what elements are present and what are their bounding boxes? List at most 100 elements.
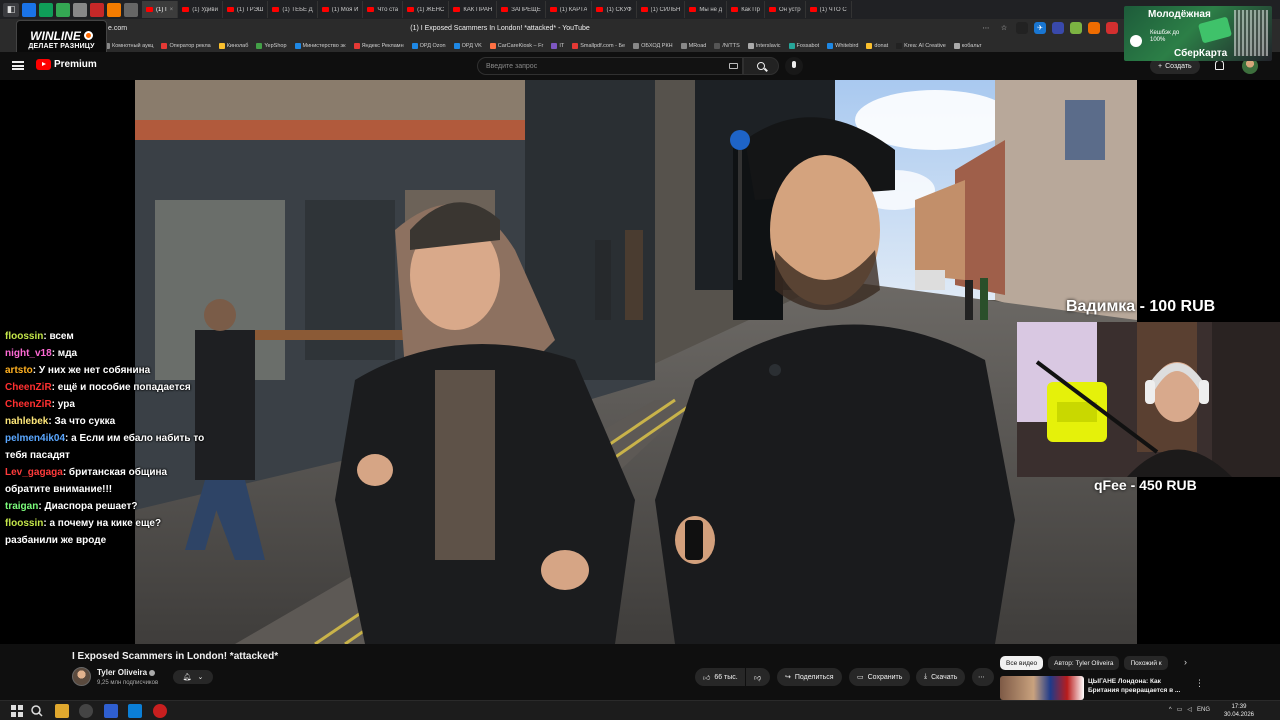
thumbs-up-icon: 👍︎ (703, 674, 711, 682)
bookmark-item[interactable]: Кинолаб (215, 42, 253, 49)
youtube-logo[interactable]: Premium (36, 59, 97, 70)
bookmark-item[interactable]: Whitebird (823, 42, 862, 49)
pinned-tab-icon[interactable] (39, 2, 53, 17)
browser-tab[interactable]: (1) СИЛЬН (637, 1, 686, 18)
bookmark-item[interactable]: ОРД VK (450, 42, 486, 49)
voice-search-button[interactable] (785, 57, 803, 75)
bookmark-icon[interactable]: ☆ (998, 22, 1010, 34)
youtube-favicon-icon (407, 7, 415, 12)
browser-tab[interactable]: Что ста (363, 1, 404, 18)
extension-icon[interactable] (1070, 22, 1082, 34)
browser-tab[interactable]: (1) ЧТО С (806, 1, 852, 18)
chat-message: artsto: У них же нет собянина (5, 365, 151, 376)
save-button[interactable]: ▭ Сохранить (849, 668, 911, 686)
browser-tab[interactable]: (1) Удиви (178, 1, 223, 18)
recommended-video-thumbnail[interactable] (1000, 676, 1084, 700)
search-box (477, 57, 743, 75)
bookmark-item[interactable]: ОРД Ozon (408, 42, 450, 49)
pinned-tab-icon[interactable] (107, 2, 121, 17)
filter-chip[interactable]: Автор: Tyler Oliveira (1048, 656, 1120, 670)
bookmark-item[interactable]: MRoad (677, 42, 711, 49)
recommended-video-title[interactable]: ЦЫГАНЕ Лондона: Как Британия превращаетс… (1088, 677, 1188, 695)
browser-tab[interactable]: Он устр (765, 1, 806, 18)
filter-chip[interactable]: Похожий к (1124, 656, 1168, 670)
bookmark-item[interactable]: Комнотный аукц (100, 42, 157, 49)
browser-tab[interactable]: (1) ЖЕНС (403, 1, 450, 18)
pinned-tab-icon[interactable] (90, 2, 104, 17)
search-icon[interactable] (30, 704, 44, 718)
video-player[interactable] (135, 80, 1137, 644)
chevron-right-icon[interactable]: › (1184, 657, 1187, 667)
browser-tab[interactable]: (1) ТРЭШ (223, 1, 269, 18)
yandex-browser-icon[interactable] (79, 704, 93, 718)
bookmark-item[interactable]: Interslavic (744, 42, 785, 49)
pinned-tab-icon[interactable] (73, 2, 87, 17)
winline-logo-icon (83, 31, 93, 40)
browser-tab[interactable]: (1) СКУФ (592, 1, 637, 18)
browser-tab[interactable]: Как Пр (727, 1, 765, 18)
bookmark-item[interactable]: ОБХОД РКН (629, 42, 677, 49)
search-button[interactable] (743, 57, 779, 75)
youtube-logo-text: Premium (54, 59, 97, 70)
channel-name[interactable]: Tyler Oliveira (97, 668, 156, 677)
file-explorer-icon[interactable] (55, 704, 69, 718)
donation-alert: Вадимка - 100 RUB (1066, 298, 1216, 315)
extension-icon[interactable] (1052, 22, 1064, 34)
separator-icon (1016, 22, 1028, 34)
bookmark-item[interactable]: Яндекс Рекламн (350, 42, 408, 49)
browser-tab[interactable]: (1) I × (142, 1, 179, 18)
channel-avatar[interactable] (72, 667, 91, 686)
pinned-tab-icon[interactable] (22, 2, 36, 17)
language-indicator[interactable]: ENG (1197, 707, 1210, 713)
close-tab-icon[interactable]: × (170, 7, 174, 13)
search-input[interactable] (486, 61, 716, 72)
network-icon[interactable]: ▭ (1177, 706, 1183, 713)
bookmark-item[interactable]: /N/TTS (710, 42, 743, 49)
download-button[interactable]: ⤓ Скачать (916, 668, 966, 686)
filter-chip[interactable]: Все видео (1000, 656, 1044, 670)
youtube-favicon-icon (549, 7, 557, 12)
subscription-bell-button[interactable]: 🔔︎ ⌄ (173, 670, 213, 684)
extension-icon[interactable] (1088, 22, 1100, 34)
volume-icon[interactable]: ◁ (1187, 706, 1192, 713)
browser-tab[interactable]: ЗАПРЕЩЕ (497, 1, 546, 18)
bookmark-item[interactable]: donat (862, 42, 892, 49)
pinned-tab-icon[interactable] (56, 2, 70, 17)
more-vert-icon[interactable]: ⋮ (1195, 678, 1204, 689)
bookmark-item[interactable]: Krea: AI Creative (892, 42, 950, 49)
bookmark-item[interactable]: YepShop (252, 42, 290, 49)
browser-tab[interactable]: КАК ПРАН (449, 1, 498, 18)
sber-ad[interactable]: Молодёжная Кешбэк до 100% СберКарта (1124, 6, 1272, 61)
browser-tab[interactable]: (1) Моя И (318, 1, 364, 18)
bookmark-item[interactable]: Smallpdf.com - Бе (568, 42, 629, 49)
chevron-up-icon[interactable]: ^ (1169, 707, 1172, 713)
obs-icon[interactable] (153, 704, 167, 718)
bookmark-item[interactable]: Оператор рекла (157, 42, 214, 49)
app-icon[interactable] (128, 704, 142, 718)
browser-tab[interactable]: (1) ТЕБЕ Д (268, 1, 318, 18)
bookmark-item[interactable]: Министерство эк (291, 42, 350, 49)
bookmark-item[interactable]: кобальт (950, 42, 986, 49)
bookmark-item[interactable]: CarCareKiosk – Fr (486, 42, 548, 49)
like-button[interactable]: 👍︎ 66 тыс. (695, 668, 745, 686)
more-icon[interactable]: ⋯ (980, 22, 992, 34)
windows-start-icon[interactable] (10, 704, 24, 718)
keyboard-icon[interactable] (729, 63, 738, 69)
bookmark-item[interactable]: IT (547, 42, 568, 49)
dislike-button[interactable]: 👎︎ (746, 668, 770, 686)
browser-tab[interactable]: (1) КАРТА (546, 1, 593, 18)
browser-tab[interactable]: Мы не д (685, 1, 728, 18)
extension-icon[interactable] (1106, 22, 1118, 34)
browser-menu-icon[interactable]: ◧ (3, 2, 19, 17)
like-count: 66 тыс. (714, 673, 738, 681)
app-icon[interactable] (104, 704, 118, 718)
notifications-bell-icon[interactable] (1215, 60, 1224, 70)
hamburger-menu-icon[interactable] (12, 61, 24, 70)
clock-time: 17:39 (1231, 704, 1247, 710)
more-actions-button[interactable]: ⋯ (972, 668, 994, 686)
extension-icon[interactable]: ✈ (1034, 22, 1046, 34)
bookmark-item[interactable]: Fossabot (785, 42, 824, 49)
share-button[interactable]: ↪ Поделиться (777, 668, 842, 686)
clock[interactable]: 17:39 30.04.2026 (1224, 703, 1254, 719)
pinned-tab-icon[interactable] (124, 2, 138, 17)
